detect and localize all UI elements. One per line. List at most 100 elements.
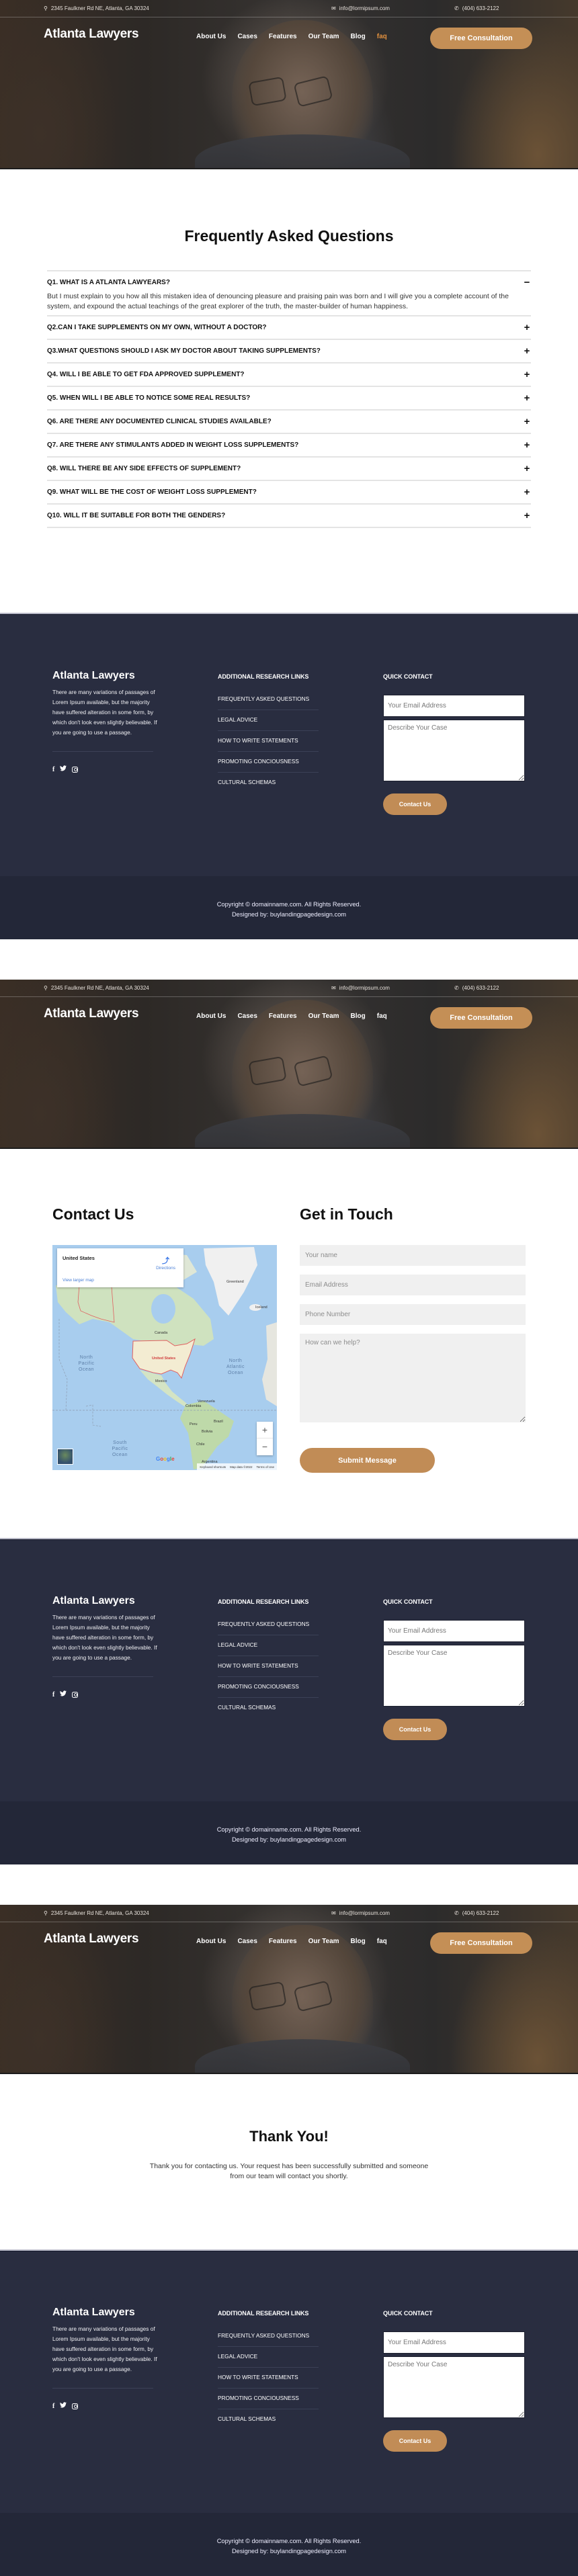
footer-link-cultural-schemas[interactable]: CULTURAL SCHEMAS <box>218 2409 319 2430</box>
footer-link-faq[interactable]: FREQUENTLY ASKED QUESTIONS <box>218 689 319 710</box>
phone-text[interactable]: (404) 633-2122 <box>462 985 499 991</box>
quick-email-input[interactable] <box>383 1620 525 1642</box>
faq-question[interactable]: Q9. WHAT WILL BE THE COST OF WEIGHT LOSS… <box>47 481 531 503</box>
phone[interactable]: ✆ (404) 633-2122 <box>454 985 499 991</box>
designed-by-text[interactable]: Designed by: buylandingpagedesign.com <box>0 910 578 920</box>
nav-features[interactable]: Features <box>269 33 297 40</box>
faq-question[interactable]: Q10. WILL IT BE SUITABLE FOR BOTH THE GE… <box>47 505 531 527</box>
faq-question[interactable]: Q4. WILL I BE ABLE TO GET FDA APPROVED S… <box>47 363 531 386</box>
logo[interactable]: Atlanta Lawyers <box>44 1932 139 1946</box>
nav-about-us[interactable]: About Us <box>196 1013 226 1020</box>
twitter-icon[interactable] <box>60 1690 67 1699</box>
nav-our-team[interactable]: Our Team <box>308 33 339 40</box>
map-terms-link[interactable]: Terms of Use <box>256 1465 274 1469</box>
nav-blog[interactable]: Blog <box>351 33 366 40</box>
free-consultation-button[interactable]: Free Consultation <box>430 28 532 49</box>
facebook-icon[interactable]: f <box>52 1691 54 1699</box>
email-text[interactable]: info@lormipsum.com <box>339 985 390 991</box>
designed-by-text[interactable]: Designed by: buylandingpagedesign.com <box>0 1835 578 1845</box>
nav-faq[interactable]: faq <box>377 1013 387 1020</box>
quick-email-input[interactable] <box>383 2331 525 2354</box>
designed-by-text[interactable]: Designed by: buylandingpagedesign.com <box>0 2546 578 2557</box>
message-textarea[interactable] <box>300 1334 526 1422</box>
quick-case-textarea[interactable] <box>383 2356 525 2418</box>
footer-link-write-statements[interactable]: HOW TO WRITE STATEMENTS <box>218 1656 319 1677</box>
footer-link-promoting-consciousness[interactable]: PROMOTING CONCIOUSNESS <box>218 2389 319 2409</box>
contact-us-button[interactable]: Contact Us <box>383 2430 447 2452</box>
free-consultation-button[interactable]: Free Consultation <box>430 1932 532 1954</box>
nav-cases[interactable]: Cases <box>237 1013 257 1020</box>
quick-case-textarea[interactable] <box>383 720 525 781</box>
nav-about-us[interactable]: About Us <box>196 33 226 40</box>
nav-our-team[interactable]: Our Team <box>308 1013 339 1020</box>
facebook-icon[interactable]: f <box>52 766 54 773</box>
instagram-icon[interactable] <box>72 766 79 773</box>
phone[interactable]: ✆ (404) 633-2122 <box>454 1910 499 1916</box>
plus-icon[interactable]: + <box>523 510 531 521</box>
phone-text[interactable]: (404) 633-2122 <box>462 5 499 11</box>
footer-link-write-statements[interactable]: HOW TO WRITE STATEMENTS <box>218 731 319 752</box>
free-consultation-button[interactable]: Free Consultation <box>430 1007 532 1029</box>
instagram-icon[interactable] <box>72 2403 79 2409</box>
phone[interactable]: ✆ (404) 633-2122 <box>454 5 499 11</box>
footer-link-legal-advice[interactable]: LEGAL ADVICE <box>218 710 319 731</box>
twitter-icon[interactable] <box>60 765 67 773</box>
contact-us-button[interactable]: Contact Us <box>383 793 447 815</box>
plus-icon[interactable]: + <box>523 345 531 357</box>
footer-link-legal-advice[interactable]: LEGAL ADVICE <box>218 2347 319 2368</box>
plus-icon[interactable]: + <box>523 369 531 380</box>
faq-question[interactable]: Q7. ARE THERE ANY STIMULANTS ADDED IN WE… <box>47 434 531 456</box>
footer-link-faq[interactable]: FREQUENTLY ASKED QUESTIONS <box>218 2326 319 2347</box>
email-text[interactable]: info@lormipsum.com <box>339 5 390 11</box>
view-larger-map-link[interactable]: View larger map <box>63 1278 94 1283</box>
faq-question[interactable]: Q3.WHAT QUESTIONS SHOULD I ASK MY DOCTOR… <box>47 340 531 362</box>
footer-link-faq[interactable]: FREQUENTLY ASKED QUESTIONS <box>218 1615 319 1635</box>
nav-cases[interactable]: Cases <box>237 33 257 40</box>
plus-icon[interactable]: + <box>523 486 531 498</box>
phone-text[interactable]: (404) 633-2122 <box>462 1910 499 1916</box>
map-zoom-out-button[interactable]: − <box>257 1439 273 1455</box>
quick-case-textarea[interactable] <box>383 1645 525 1707</box>
map-keyboard-shortcuts[interactable]: Keyboard shortcuts <box>200 1465 226 1469</box>
faq-question[interactable]: Q8. WILL THERE BE ANY SIDE EFFECTS OF SU… <box>47 458 531 480</box>
map-zoom-in-button[interactable]: + <box>257 1422 273 1439</box>
google-map[interactable]: Greenland Iceland Canada United States M… <box>52 1245 277 1470</box>
plus-icon[interactable]: + <box>523 322 531 333</box>
faq-question[interactable]: Q6. ARE THERE ANY DOCUMENTED CLINICAL ST… <box>47 411 531 433</box>
footer-link-cultural-schemas[interactable]: CULTURAL SCHEMAS <box>218 1698 319 1719</box>
nav-features[interactable]: Features <box>269 1938 297 1945</box>
footer-link-promoting-consciousness[interactable]: PROMOTING CONCIOUSNESS <box>218 1677 319 1698</box>
plus-icon[interactable]: + <box>523 416 531 427</box>
footer-link-write-statements[interactable]: HOW TO WRITE STATEMENTS <box>218 2368 319 2389</box>
nav-about-us[interactable]: About Us <box>196 1938 226 1945</box>
twitter-icon[interactable] <box>60 2402 67 2410</box>
plus-icon[interactable]: + <box>523 392 531 404</box>
plus-icon[interactable]: + <box>523 463 531 474</box>
contact-us-button[interactable]: Contact Us <box>383 1719 447 1740</box>
nav-blog[interactable]: Blog <box>351 1013 366 1020</box>
email[interactable]: ✉ info@lormipsum.com <box>331 1910 390 1916</box>
nav-blog[interactable]: Blog <box>351 1938 366 1945</box>
map-directions-link[interactable]: ⤴ Directions <box>156 1255 175 1271</box>
facebook-icon[interactable]: f <box>52 2403 54 2410</box>
map-satellite-toggle[interactable] <box>57 1449 73 1465</box>
faq-question[interactable]: Q1. WHAT IS A ATLANTA LAWYEARS? − <box>47 271 531 294</box>
nav-faq[interactable]: faq <box>377 33 387 40</box>
nav-cases[interactable]: Cases <box>237 1938 257 1945</box>
email[interactable]: ✉ info@lormipsum.com <box>331 5 390 11</box>
footer-link-cultural-schemas[interactable]: CULTURAL SCHEMAS <box>218 773 319 793</box>
nav-faq[interactable]: faq <box>377 1938 387 1945</box>
email[interactable]: ✉ info@lormipsum.com <box>331 985 390 991</box>
email-input[interactable] <box>300 1275 526 1295</box>
nav-features[interactable]: Features <box>269 1013 297 1020</box>
plus-icon[interactable]: + <box>523 439 531 451</box>
phone-input[interactable] <box>300 1304 526 1325</box>
nav-our-team[interactable]: Our Team <box>308 1938 339 1945</box>
footer-link-promoting-consciousness[interactable]: PROMOTING CONCIOUSNESS <box>218 752 319 773</box>
logo[interactable]: Atlanta Lawyers <box>44 1006 139 1021</box>
minus-icon[interactable]: − <box>523 277 531 288</box>
quick-email-input[interactable] <box>383 695 525 717</box>
instagram-icon[interactable] <box>72 1691 79 1698</box>
faq-question[interactable]: Q5. WHEN WILL I BE ABLE TO NOTICE SOME R… <box>47 387 531 409</box>
faq-question[interactable]: Q2.CAN I TAKE SUPPLEMENTS ON MY OWN, WIT… <box>47 316 531 339</box>
